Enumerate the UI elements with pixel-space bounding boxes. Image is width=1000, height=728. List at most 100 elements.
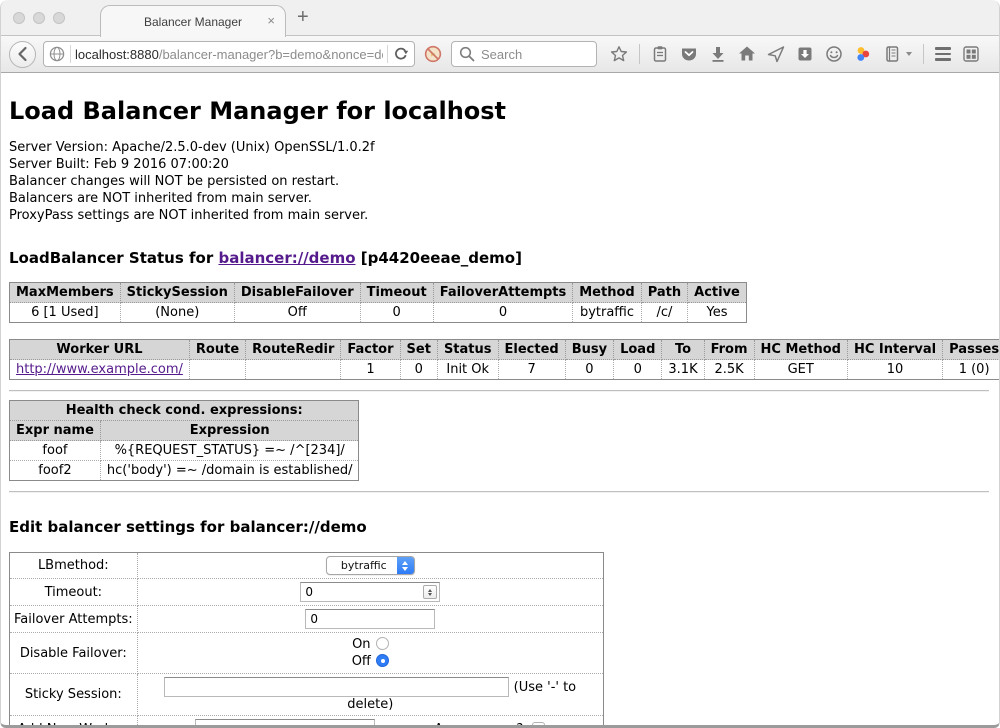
server-built-line: Server Built: Feb 9 2016 07:00:20 bbox=[9, 156, 999, 173]
lbmethod-label: LBmethod: bbox=[10, 553, 138, 579]
status-heading-suffix: [p4420eeae_demo] bbox=[356, 249, 522, 267]
confirm-label: Are you sure? bbox=[434, 722, 523, 728]
val-stickysession: (None) bbox=[120, 303, 234, 323]
back-arrow-icon bbox=[14, 45, 32, 63]
inherit-warning-line: Balancers are NOT inherited from main se… bbox=[9, 190, 999, 207]
val-routeredir bbox=[246, 360, 341, 380]
proxypass-warning-line: ProxyPass settings are NOT inherited fro… bbox=[9, 207, 999, 224]
bookmarks-clipboard-icon[interactable] bbox=[651, 45, 669, 63]
balancer-status-table: MaxMembers StickySession DisableFailover… bbox=[9, 282, 747, 323]
disable-failover-off-radio[interactable] bbox=[376, 654, 389, 667]
content-blocker-icon[interactable] bbox=[424, 45, 442, 63]
minimize-window-button[interactable] bbox=[33, 12, 45, 24]
status-data-row: 6 [1 Used] (None) Off 0 0 bytraffic /c/ … bbox=[10, 303, 747, 323]
confirm-checkbox[interactable] bbox=[532, 722, 545, 728]
edit-settings-heading: Edit balancer settings for balancer://de… bbox=[9, 518, 999, 536]
hc-row-foof2: foof2 hc('body') =~ /domain is establish… bbox=[10, 461, 359, 481]
val-factor: 1 bbox=[341, 360, 400, 380]
col-routeredir: RouteRedir bbox=[246, 340, 341, 360]
close-window-button[interactable] bbox=[13, 12, 25, 24]
tab-balancer-manager[interactable]: Balancer Manager × bbox=[100, 5, 286, 37]
bookmark-star-icon[interactable] bbox=[610, 45, 628, 63]
col-stickysession: StickySession bbox=[120, 283, 234, 303]
failover-attempts-row: Failover Attempts: bbox=[10, 606, 604, 633]
hc-header-row: Expr name Expression bbox=[10, 421, 359, 441]
smiley-icon[interactable] bbox=[825, 45, 843, 63]
urlbar-divider bbox=[70, 45, 71, 63]
search-bar[interactable]: Search bbox=[451, 41, 597, 67]
disable-failover-on-radio[interactable] bbox=[376, 637, 389, 650]
downloads-icon[interactable] bbox=[709, 45, 727, 63]
val-to: 3.1K bbox=[662, 360, 704, 380]
new-tab-button[interactable]: + bbox=[297, 6, 309, 29]
window-controls bbox=[13, 12, 65, 24]
menu-icon[interactable] bbox=[935, 47, 951, 61]
url-bar[interactable]: localhost:8880/balancer-manager?b=demo&n… bbox=[43, 41, 415, 67]
worker-header-row: Worker URL Route RouteRedir Factor Set S… bbox=[10, 340, 1000, 360]
search-placeholder: Search bbox=[481, 47, 522, 62]
page-content: Load Balancer Manager for localhost Serv… bbox=[1, 73, 999, 728]
add-worker-input[interactable] bbox=[195, 719, 375, 728]
divider-rule bbox=[9, 390, 989, 392]
notebook-icon[interactable] bbox=[883, 45, 901, 63]
val-expression-1: %{REQUEST_STATUS} =~ /^[234]/ bbox=[100, 441, 359, 461]
col-maxmembers: MaxMembers bbox=[10, 283, 121, 303]
timeout-cell bbox=[137, 579, 603, 606]
health-check-table: Health check cond. expressions: Expr nam… bbox=[9, 400, 359, 481]
panel-download-icon[interactable] bbox=[796, 45, 814, 63]
tab-bar: Balancer Manager × + bbox=[1, 0, 999, 36]
val-passes: 1 (0) bbox=[943, 360, 1000, 380]
lbmethod-select[interactable]: bytraffic bbox=[326, 556, 415, 575]
home-icon[interactable] bbox=[738, 45, 756, 63]
timeout-row: Timeout: bbox=[10, 579, 604, 606]
extension-colordots-icon[interactable] bbox=[854, 45, 872, 63]
worker-url-link[interactable]: http://www.example.com/ bbox=[16, 362, 183, 377]
pocket-icon[interactable] bbox=[680, 45, 698, 63]
disable-failover-label: Disable Failover: bbox=[10, 633, 138, 674]
col-status: Status bbox=[437, 340, 498, 360]
val-load: 0 bbox=[614, 360, 662, 380]
tab-groups-grid-icon[interactable] bbox=[962, 45, 980, 63]
zoom-window-button[interactable] bbox=[53, 12, 65, 24]
col-hc-method: HC Method bbox=[754, 340, 847, 360]
val-hc-interval: 10 bbox=[847, 360, 942, 380]
reload-icon[interactable] bbox=[392, 45, 410, 63]
timeout-input[interactable] bbox=[300, 582, 440, 602]
status-heading-prefix: LoadBalancer Status for bbox=[9, 249, 218, 267]
col-route: Route bbox=[189, 340, 245, 360]
val-active: Yes bbox=[688, 303, 747, 323]
back-button[interactable] bbox=[9, 41, 36, 68]
disable-failover-cell: On Off bbox=[137, 633, 603, 674]
col-timeout: Timeout bbox=[360, 283, 433, 303]
balancer-demo-link[interactable]: balancer://demo bbox=[218, 249, 355, 267]
col-disablefailover: DisableFailover bbox=[234, 283, 360, 303]
val-busy: 0 bbox=[565, 360, 613, 380]
val-route bbox=[189, 360, 245, 380]
persist-warning-line: Balancer changes will NOT be persisted o… bbox=[9, 173, 999, 190]
sticky-session-input[interactable] bbox=[164, 677, 509, 697]
col-elected: Elected bbox=[498, 340, 565, 360]
add-worker-row: Add New Worker: Are you sure? bbox=[10, 716, 604, 728]
failover-attempts-label: Failover Attempts: bbox=[10, 606, 138, 633]
sticky-session-row: Sticky Session: (Use '-' to delete) bbox=[10, 674, 604, 716]
share-send-icon[interactable] bbox=[767, 45, 785, 63]
search-icon bbox=[458, 45, 476, 63]
timeout-label: Timeout: bbox=[10, 579, 138, 606]
globe-icon[interactable] bbox=[48, 45, 66, 63]
val-hc-method: GET bbox=[754, 360, 847, 380]
val-disablefailover: Off bbox=[234, 303, 360, 323]
col-to: To bbox=[662, 340, 704, 360]
radio-on-label: On bbox=[352, 637, 370, 652]
number-spinner-icon[interactable] bbox=[423, 585, 437, 599]
chevron-down-icon[interactable] bbox=[906, 52, 912, 56]
toolbar-buttons bbox=[610, 44, 980, 64]
server-info: Server Version: Apache/2.5.0-dev (Unix) … bbox=[9, 139, 999, 224]
radio-off-label: Off bbox=[352, 654, 371, 669]
val-expression-2: hc('body') =~ /domain is established/ bbox=[100, 461, 359, 481]
val-from: 2.5K bbox=[704, 360, 754, 380]
url-text[interactable]: localhost:8880/balancer-manager?b=demo&n… bbox=[75, 47, 383, 62]
failover-attempts-input[interactable] bbox=[305, 609, 435, 629]
val-elected: 7 bbox=[498, 360, 565, 380]
tab-close-icon[interactable]: × bbox=[267, 14, 275, 27]
worker-data-row: http://www.example.com/ 1 0 Init Ok 7 0 … bbox=[10, 360, 1000, 380]
